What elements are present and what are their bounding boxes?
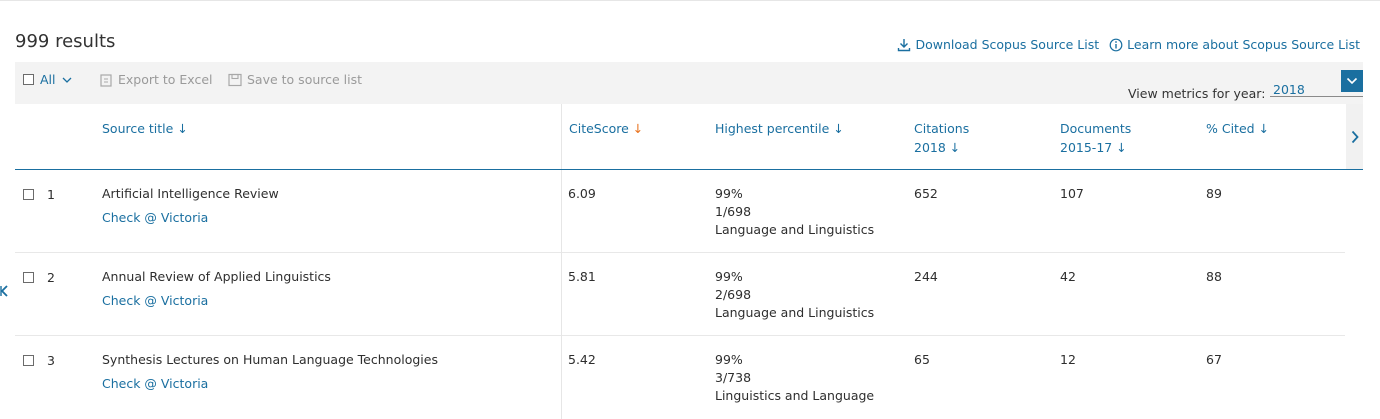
citescore-value: 5.81 <box>568 269 596 284</box>
row-number: 2 <box>47 270 55 285</box>
header-highest-percentile-label: Highest percentile <box>715 121 830 136</box>
citescore-value: 6.09 <box>568 186 596 201</box>
header-source-title-label: Source title <box>102 121 174 136</box>
year-select[interactable]: 2018 <box>1270 70 1363 97</box>
table-row: 1 Artificial Intelligence Review Check @… <box>15 170 1345 253</box>
export-excel-label: Export to Excel <box>118 72 213 87</box>
export-icon <box>100 73 112 87</box>
select-all-dropdown[interactable]: All <box>23 72 72 87</box>
documents-value: 42 <box>1060 269 1076 284</box>
header-citations-year: 2018 <box>914 140 946 155</box>
documents-value: 12 <box>1060 352 1076 367</box>
row-checkbox[interactable] <box>23 189 34 200</box>
chevron-down-icon <box>62 77 71 83</box>
save-icon <box>228 73 242 86</box>
column-divider <box>561 170 562 253</box>
learn-more-link[interactable]: Learn more about Scopus Source List <box>1109 37 1360 52</box>
download-icon <box>898 38 911 51</box>
cited-value: 89 <box>1206 186 1222 201</box>
percentile-value: 99% <box>715 186 743 201</box>
download-source-list-label: Download Scopus Source List <box>915 37 1100 52</box>
sort-arrow-active-icon: ↓ <box>632 121 644 136</box>
citations-value: 65 <box>914 352 930 367</box>
sort-arrow-icon: ↓ <box>833 121 844 136</box>
results-count: 999 results <box>15 31 116 52</box>
percentile-cell: 99% 1/698 Language and Linguistics <box>715 185 874 239</box>
cited-value: 88 <box>1206 269 1222 284</box>
scroll-right-button[interactable] <box>1346 104 1363 169</box>
column-divider <box>561 104 562 169</box>
toolbar: All Export to Excel Save to source list … <box>15 62 1363 104</box>
info-icon <box>1109 38 1123 51</box>
source-title[interactable]: Artificial Intelligence Review <box>102 185 279 203</box>
sort-arrow-icon: ↓ <box>1116 140 1127 155</box>
export-excel-button[interactable]: Export to Excel <box>100 72 213 87</box>
top-links: Download Scopus Source List Learn more a… <box>897 37 1360 52</box>
documents-value: 107 <box>1060 186 1084 201</box>
chevron-right-icon <box>1351 130 1359 143</box>
header-highest-percentile[interactable]: Highest percentile ↓ <box>715 119 844 138</box>
percentile-rank: 1/698 <box>715 204 752 219</box>
sort-arrow-icon: ↓ <box>1258 121 1270 136</box>
top-border <box>0 0 1380 1</box>
select-all-checkbox[interactable] <box>23 74 34 85</box>
header-source-title[interactable]: Source title ↓ <box>102 119 188 138</box>
column-divider <box>561 253 562 336</box>
header-citations[interactable]: Citations 2018 ↓ <box>914 119 969 157</box>
header-citescore[interactable]: CiteScore ↓ <box>569 119 643 138</box>
header-citescore-label: CiteScore <box>569 121 629 136</box>
citations-value: 652 <box>914 186 938 201</box>
column-divider <box>561 336 562 419</box>
check-victoria-link[interactable]: Check @ Victoria <box>102 210 208 225</box>
year-dropdown-button[interactable] <box>1341 70 1363 92</box>
percentile-category: Language and Linguistics <box>715 305 875 320</box>
percentile-cell: 99% 2/698 Language and Linguistics <box>715 268 874 322</box>
table-row: 3 Synthesis Lectures on Human Language T… <box>15 336 1345 419</box>
sort-arrow-icon: ↓ <box>177 121 188 136</box>
source-title[interactable]: Annual Review of Applied Linguistics <box>102 268 331 286</box>
select-all-label: All <box>40 72 56 87</box>
percentile-category: Language and Linguistics <box>715 222 875 237</box>
percentile-cell: 99% 3/738 Linguistics and Language <box>715 351 874 405</box>
scroll-left-icon[interactable] <box>0 285 8 297</box>
save-to-list-button[interactable]: Save to source list <box>228 72 362 87</box>
table-row: 2 Annual Review of Applied Linguistics C… <box>15 253 1345 336</box>
citescore-value: 5.42 <box>568 352 596 367</box>
chevron-down-icon <box>1346 77 1358 85</box>
row-number: 1 <box>47 187 55 202</box>
header-cited[interactable]: % Cited ↓ <box>1206 119 1269 138</box>
header-documents-label: Documents <box>1060 121 1132 136</box>
save-to-list-label: Save to source list <box>247 72 363 87</box>
sort-arrow-icon: ↓ <box>949 140 961 155</box>
row-number: 3 <box>47 353 55 368</box>
check-victoria-link[interactable]: Check @ Victoria <box>102 293 208 308</box>
cited-value: 67 <box>1206 352 1222 367</box>
download-source-list-link[interactable]: Download Scopus Source List <box>897 37 1099 52</box>
row-checkbox[interactable] <box>23 272 34 283</box>
header-citations-label: Citations <box>914 121 970 136</box>
header-cited-label: % Cited <box>1206 121 1255 136</box>
percentile-rank: 3/738 <box>715 370 752 385</box>
source-title[interactable]: Synthesis Lectures on Human Language Tec… <box>102 351 438 369</box>
row-checkbox[interactable] <box>23 355 34 366</box>
check-victoria-link[interactable]: Check @ Victoria <box>102 376 208 391</box>
percentile-value: 99% <box>715 269 743 284</box>
percentile-category: Linguistics and Language <box>715 388 875 403</box>
year-value: 2018 <box>1273 82 1305 97</box>
learn-more-label: Learn more about Scopus Source List <box>1127 37 1360 52</box>
header-documents-years: 2015-17 <box>1060 140 1113 155</box>
citations-value: 244 <box>914 269 938 284</box>
percentile-rank: 2/698 <box>715 287 752 302</box>
year-label: View metrics for year: <box>1128 86 1266 101</box>
percentile-value: 99% <box>715 352 743 367</box>
table-header: Source title ↓ CiteScore ↓ Highest perce… <box>15 104 1363 170</box>
header-documents[interactable]: Documents 2015-17 ↓ <box>1060 119 1131 157</box>
